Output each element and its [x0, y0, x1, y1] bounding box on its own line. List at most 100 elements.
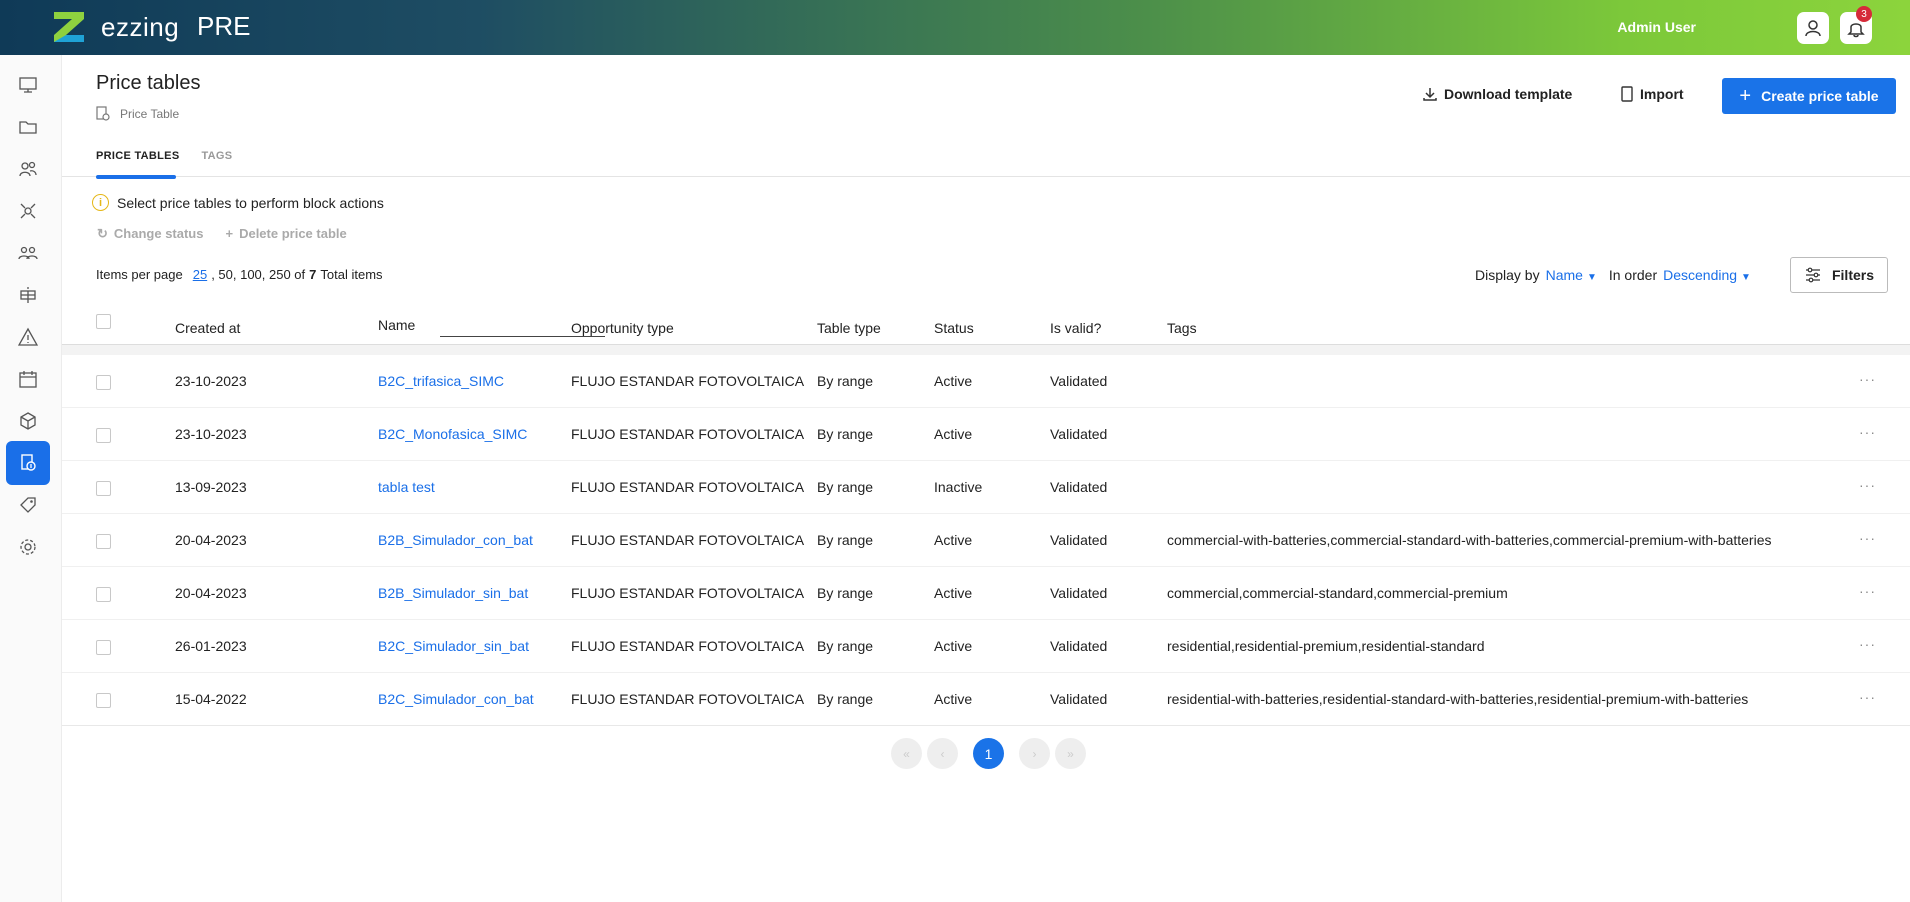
calendar-icon: [19, 371, 37, 388]
sidebar-item-alerts[interactable]: [6, 315, 50, 359]
network-icon: [20, 203, 36, 219]
first-page-button[interactable]: «: [891, 738, 922, 769]
breadcrumb-item[interactable]: Price Table: [120, 107, 179, 121]
tab-price-tables[interactable]: PRICE TABLES: [96, 150, 179, 162]
display-by-label: Display by: [1475, 267, 1540, 283]
cell-name-link[interactable]: tabla test: [378, 479, 435, 495]
delete-price-table-button[interactable]: + Delete price table: [225, 226, 346, 242]
settings-icon: [20, 539, 36, 555]
cell-status: Active: [934, 426, 973, 442]
column-header-table-type[interactable]: Table type: [817, 320, 881, 336]
active-tab-indicator: [96, 175, 176, 179]
row-menu-icon[interactable]: ···: [1859, 477, 1876, 493]
cell-name-link[interactable]: B2C_Simulador_sin_bat: [378, 638, 529, 654]
cell-name-link[interactable]: B2C_Monofasica_SIMC: [378, 426, 527, 442]
next-page-button[interactable]: ›: [1019, 738, 1050, 769]
table-row[interactable]: 26-01-2023 B2C_Simulador_sin_bat FLUJO E…: [62, 620, 1910, 673]
row-checkbox[interactable]: [96, 375, 111, 390]
column-header-is-valid[interactable]: Is valid?: [1050, 320, 1101, 336]
cell-status: Active: [934, 585, 973, 601]
sidebar-item-products[interactable]: [6, 399, 50, 443]
row-menu-icon[interactable]: ···: [1859, 530, 1876, 546]
row-checkbox[interactable]: [96, 640, 111, 655]
delete-price-table-label: Delete price table: [239, 226, 347, 241]
table-row[interactable]: 13-09-2023 tabla test FLUJO ESTANDAR FOT…: [62, 461, 1910, 514]
users-icon: [19, 161, 37, 177]
ezzing-logo-icon[interactable]: [52, 10, 86, 44]
table-row[interactable]: 20-04-2023 B2B_Simulador_con_bat FLUJO E…: [62, 514, 1910, 567]
download-template-button[interactable]: Download template: [1422, 86, 1572, 102]
row-menu-icon[interactable]: ···: [1859, 583, 1876, 599]
tab-tags[interactable]: TAGS: [201, 150, 232, 162]
sidebar-item-team[interactable]: [6, 231, 50, 275]
cell-table-type: By range: [817, 479, 874, 495]
cell-is-valid: Validated: [1050, 585, 1108, 601]
row-checkbox[interactable]: [96, 481, 111, 496]
page-button-current[interactable]: 1: [973, 738, 1004, 769]
cell-name-link[interactable]: B2B_Simulador_con_bat: [378, 532, 533, 548]
table-header: Created at Name Opportunity type Table t…: [62, 297, 1910, 345]
table-separator: [62, 345, 1910, 355]
sidebar-item-dashboard[interactable]: [6, 63, 50, 107]
top-bar: ezzing PRE Admin User 3: [0, 0, 1910, 55]
items-per-page-options[interactable]: , 50, 100, 250 of: [211, 267, 305, 282]
sidebar-item-network[interactable]: [6, 189, 50, 233]
price-table-icon: [96, 106, 110, 121]
table-row[interactable]: 15-04-2022 B2C_Simulador_con_bat FLUJO E…: [62, 673, 1910, 726]
column-header-status[interactable]: Status: [934, 320, 974, 336]
row-checkbox[interactable]: [96, 428, 111, 443]
column-header-name[interactable]: Name: [378, 317, 415, 333]
user-name[interactable]: Admin User: [1617, 19, 1696, 35]
display-by-select[interactable]: Name ▼: [1546, 267, 1597, 283]
import-button[interactable]: Import: [1620, 86, 1684, 102]
cell-name-link[interactable]: B2C_Simulador_con_bat: [378, 691, 534, 707]
cell-opportunity-type: FLUJO ESTANDAR FOTOVOLTAICA: [571, 532, 805, 548]
in-order-label: In order: [1608, 267, 1658, 283]
caret-down-icon: ▼: [1741, 272, 1751, 283]
cell-is-valid: Validated: [1050, 373, 1108, 389]
download-icon: [1423, 88, 1437, 101]
filters-button[interactable]: Filters: [1790, 257, 1888, 293]
order-value: Descending: [1663, 267, 1738, 283]
sidebar-item-settings[interactable]: [6, 525, 50, 569]
sidebar-item-tags[interactable]: [6, 483, 50, 527]
create-price-table-button[interactable]: + Create price table: [1722, 78, 1896, 114]
tabs-divider: [62, 176, 1910, 177]
items-per-page-selected[interactable]: 25: [193, 267, 207, 282]
change-status-button[interactable]: ↻ Change status: [97, 226, 203, 242]
block-actions-info-text: Select price tables to perform block act…: [117, 194, 384, 211]
sidebar-item-solar[interactable]: [6, 273, 50, 317]
user-avatar-button[interactable]: [1797, 12, 1829, 44]
cell-created-at: 26-01-2023: [175, 638, 247, 654]
sidebar-item-price-tables[interactable]: [6, 441, 50, 485]
row-menu-icon[interactable]: ···: [1859, 424, 1876, 440]
sidebar-item-users[interactable]: [6, 147, 50, 191]
refresh-icon: ↻: [97, 226, 108, 241]
sidebar-item-projects[interactable]: [6, 105, 50, 149]
prev-page-button[interactable]: ‹: [927, 738, 958, 769]
row-menu-icon[interactable]: ···: [1859, 636, 1876, 652]
row-menu-icon[interactable]: ···: [1859, 371, 1876, 387]
table-row[interactable]: 23-10-2023 B2C_Monofasica_SIMC FLUJO EST…: [62, 408, 1910, 461]
row-checkbox[interactable]: [96, 587, 111, 602]
last-page-button[interactable]: »: [1055, 738, 1086, 769]
column-header-created-at[interactable]: Created at: [175, 320, 240, 336]
cell-table-type: By range: [817, 373, 874, 389]
cell-name-link[interactable]: B2B_Simulador_sin_bat: [378, 585, 528, 601]
create-price-table-label: Create price table: [1761, 88, 1879, 104]
order-select[interactable]: Descending ▼: [1663, 267, 1751, 283]
row-checkbox[interactable]: [96, 693, 111, 708]
column-header-tags[interactable]: Tags: [1167, 320, 1197, 336]
table-row[interactable]: 20-04-2023 B2B_Simulador_sin_bat FLUJO E…: [62, 567, 1910, 620]
column-header-opportunity-type[interactable]: Opportunity type: [571, 320, 674, 336]
items-per-page: Items per page 25 , 50, 100, 250 of 7 To…: [96, 267, 383, 282]
dashboard-icon: [19, 77, 37, 93]
select-all-checkbox[interactable]: [96, 314, 111, 329]
import-label: Import: [1640, 86, 1684, 102]
cell-name-link[interactable]: B2C_trifasica_SIMC: [378, 373, 504, 389]
user-icon: [1805, 20, 1821, 37]
row-menu-icon[interactable]: ···: [1859, 689, 1876, 705]
row-checkbox[interactable]: [96, 534, 111, 549]
table-row[interactable]: 23-10-2023 B2C_trifasica_SIMC FLUJO ESTA…: [62, 355, 1910, 408]
sidebar-item-calendar[interactable]: [6, 357, 50, 401]
